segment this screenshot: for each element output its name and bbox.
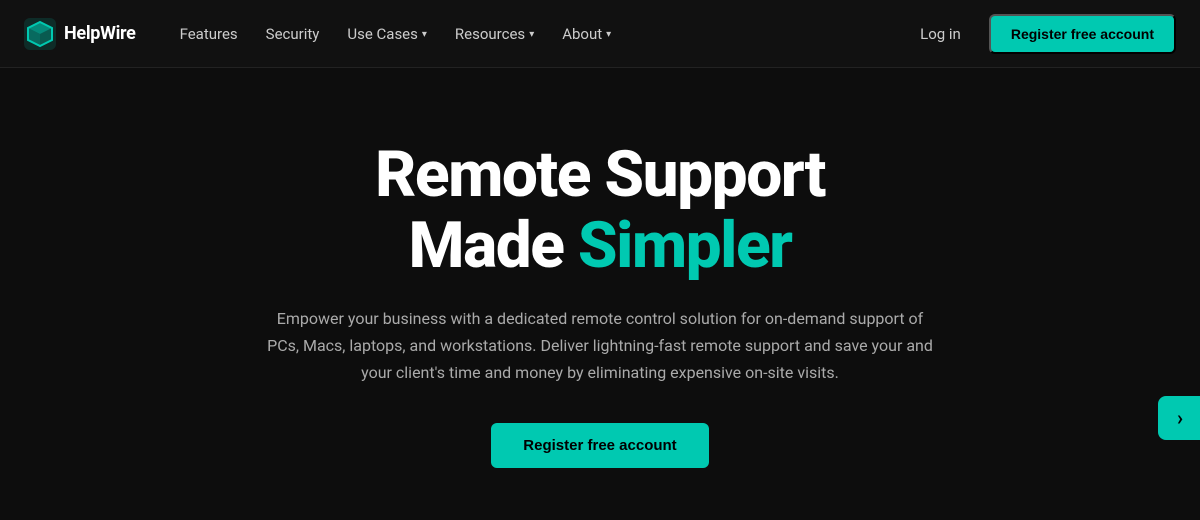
nav-about[interactable]: About ▾ (550, 17, 623, 51)
hero-section: Remote Support Made Simpler Empower your… (0, 68, 1200, 520)
nav-resources[interactable]: Resources ▾ (443, 17, 546, 51)
chevron-down-icon: ▾ (422, 29, 427, 40)
hero-cta-button[interactable]: Register free account (491, 423, 708, 468)
register-button-nav[interactable]: Register free account (989, 14, 1176, 54)
logo[interactable]: HelpWire (24, 18, 136, 50)
login-button[interactable]: Log in (908, 17, 973, 51)
floating-icon: › (1177, 406, 1183, 430)
hero-subtitle: Empower your business with a dedicated r… (260, 305, 940, 387)
nav-actions: Log in Register free account (908, 14, 1176, 54)
chevron-down-icon: ▾ (529, 29, 534, 40)
logo-icon (24, 18, 56, 50)
hero-title: Remote Support Made Simpler (375, 140, 825, 281)
brand-name: HelpWire (64, 23, 136, 44)
hero-title-line2: Made Simpler (409, 208, 792, 283)
chevron-down-icon: ▾ (606, 29, 611, 40)
nav-links: Features Security Use Cases ▾ Resources … (168, 17, 909, 51)
navbar: HelpWire Features Security Use Cases ▾ R… (0, 0, 1200, 68)
nav-features[interactable]: Features (168, 17, 250, 51)
floating-action-button[interactable]: › (1158, 396, 1200, 440)
hero-title-line1: Remote Support (375, 137, 825, 212)
nav-security[interactable]: Security (254, 17, 332, 51)
nav-use-cases[interactable]: Use Cases ▾ (335, 17, 439, 51)
